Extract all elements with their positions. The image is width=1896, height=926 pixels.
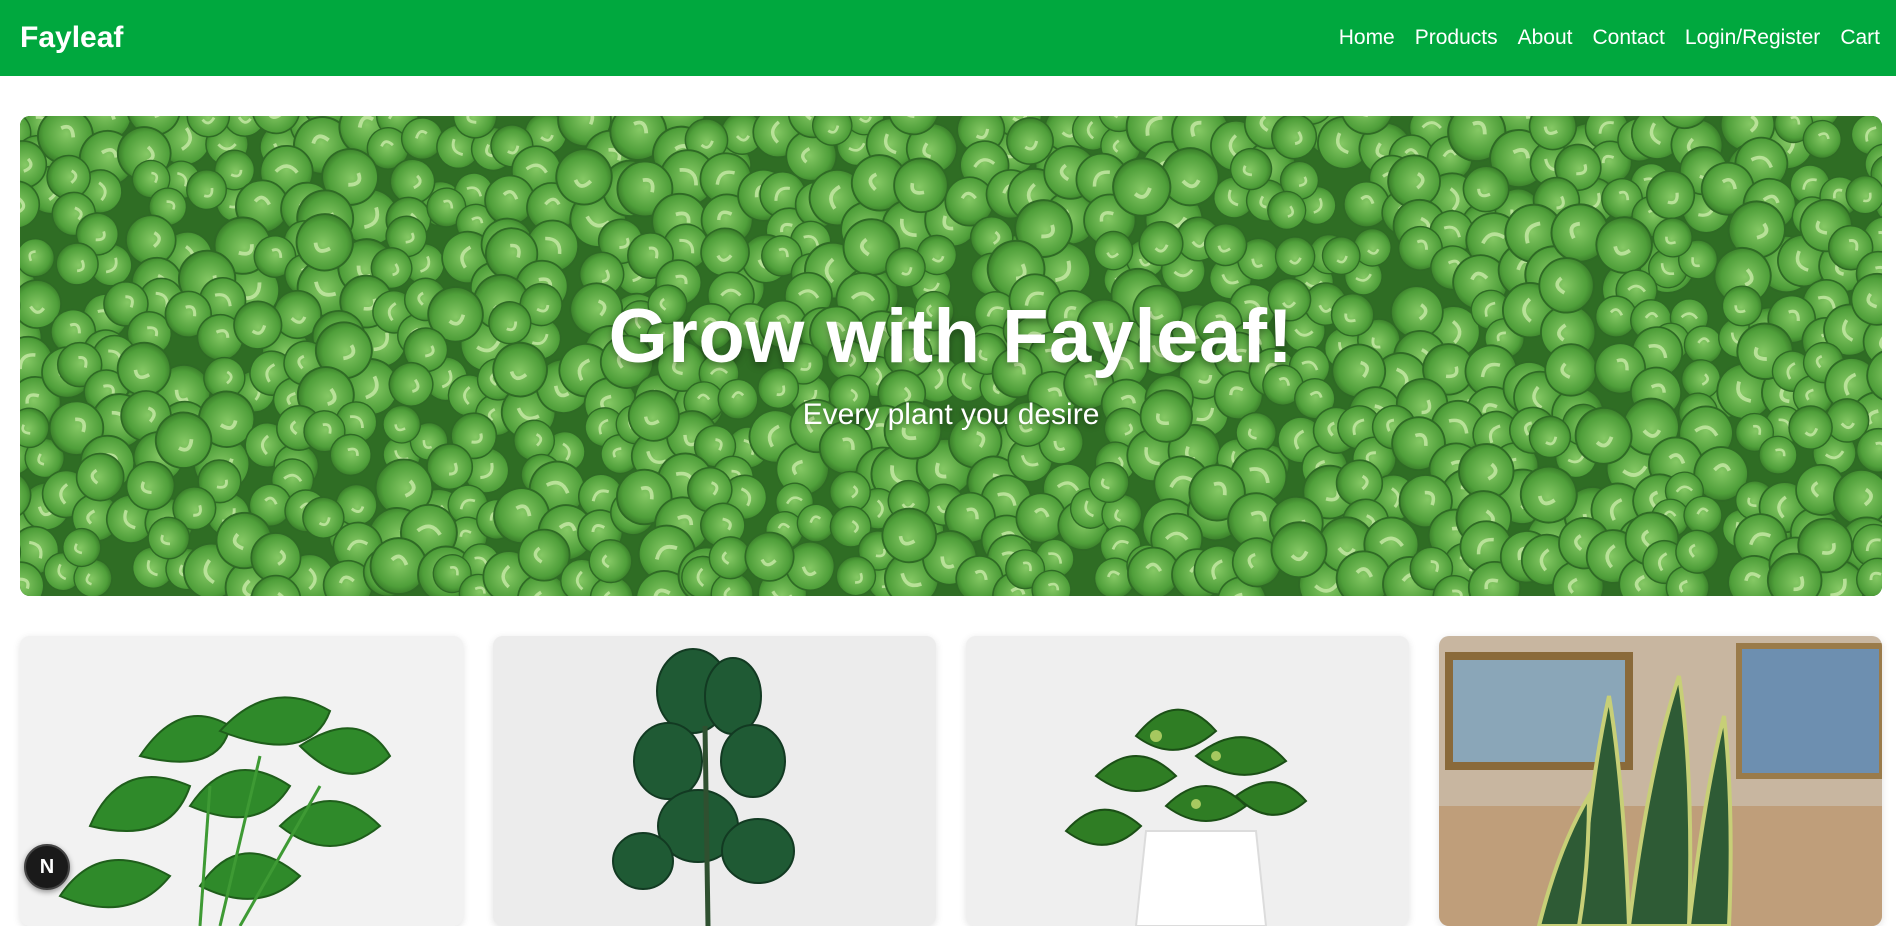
nav-link-contact[interactable]: Contact: [1593, 26, 1665, 50]
hero-text: Grow with Fayleaf! Every plant you desir…: [20, 116, 1882, 596]
snake-plant-image: [1439, 636, 1882, 926]
nav-link-products[interactable]: Products: [1415, 26, 1498, 50]
nav-link-login-register[interactable]: Login/Register: [1685, 26, 1820, 50]
product-card-snake-plant[interactable]: [1439, 636, 1882, 926]
product-card-pothos[interactable]: [966, 636, 1409, 926]
fiddle-leaf-fig-plant-image: [493, 636, 936, 926]
nav-link-about[interactable]: About: [1518, 26, 1573, 50]
pothos-plant-image: [966, 636, 1409, 926]
next-dev-indicator-button[interactable]: N: [24, 844, 70, 890]
brand-logo[interactable]: Fayleaf: [20, 21, 123, 55]
product-grid: [20, 636, 1882, 926]
navbar: Fayleaf Home Products About Contact Logi…: [0, 0, 1896, 76]
nav-link-home[interactable]: Home: [1339, 26, 1395, 50]
product-card-monstera[interactable]: [20, 636, 463, 926]
nav-link-cart[interactable]: Cart: [1840, 26, 1880, 50]
hero-banner: Grow with Fayleaf! Every plant you desir…: [20, 116, 1882, 596]
product-card-fiddle-leaf-fig[interactable]: [493, 636, 936, 926]
monstera-plant-image: [20, 636, 463, 926]
hero-subtitle: Every plant you desire: [802, 397, 1100, 431]
hero-title: Grow with Fayleaf!: [608, 293, 1294, 379]
nav-links: Home Products About Contact Login/Regist…: [1339, 26, 1880, 50]
